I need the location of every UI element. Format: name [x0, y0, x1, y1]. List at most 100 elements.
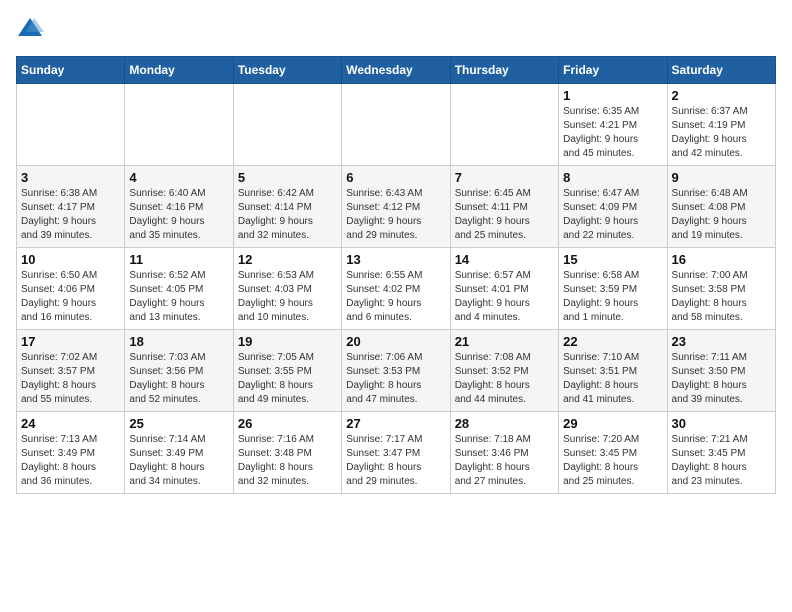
day-number: 13: [346, 252, 445, 267]
day-number: 15: [563, 252, 662, 267]
week-row-1: 1Sunrise: 6:35 AM Sunset: 4:21 PM Daylig…: [17, 84, 776, 166]
day-number: 6: [346, 170, 445, 185]
calendar-cell: 7 Sunrise: 6:45 AM Sunset: 4:11 PM Daylig…: [450, 166, 558, 248]
calendar-cell: 12 Sunrise: 6:53 AM Sunset: 4:03 PM Dayli…: [233, 248, 341, 330]
day-info: Sunrise: 6:37 AM Sunset: 4:19 PM Dayligh…: [672, 105, 771, 161]
day-number: 12: [238, 252, 337, 267]
calendar-cell: 17 Sunrise: 7:02 AM Sunset: 3:57 PM Dayli…: [17, 330, 125, 412]
day-info: Sunrise: 6:48 AM Sunset: 4:08 PM Dayligh…: [672, 187, 771, 243]
page-header: [16, 16, 776, 44]
weekday-header-sunday: Sunday: [17, 57, 125, 84]
weekday-header-monday: Monday: [125, 57, 233, 84]
calendar-cell: 15 Sunrise: 6:58 AM Sunset: 3:59 PM Dayli…: [559, 248, 667, 330]
day-info: Sunrise: 6:57 AM Sunset: 4:01 PM Dayligh…: [455, 269, 554, 325]
day-number: 21: [455, 334, 554, 349]
day-info: Sunrise: 7:14 AM Sunset: 3:49 PM Dayligh…: [129, 433, 228, 489]
day-number: 16: [672, 252, 771, 267]
calendar-cell: 24 Sunrise: 7:13 AM Sunset: 3:49 PM Dayli…: [17, 412, 125, 494]
calendar-cell: 10Sunrise: 6:50 AM Sunset: 4:06 PM Dayli…: [17, 248, 125, 330]
calendar-cell: 11 Sunrise: 6:52 AM Sunset: 4:05 PM Dayli…: [125, 248, 233, 330]
day-info: Sunrise: 6:47 AM Sunset: 4:09 PM Dayligh…: [563, 187, 662, 243]
day-info: Sunrise: 7:06 AM Sunset: 3:53 PM Dayligh…: [346, 351, 445, 407]
day-info: Sunrise: 7:13 AM Sunset: 3:49 PM Dayligh…: [21, 433, 120, 489]
day-info: Sunrise: 7:21 AM Sunset: 3:45 PM Dayligh…: [672, 433, 771, 489]
calendar-cell: 14 Sunrise: 6:57 AM Sunset: 4:01 PM Dayli…: [450, 248, 558, 330]
day-info: Sunrise: 6:52 AM Sunset: 4:05 PM Dayligh…: [129, 269, 228, 325]
day-number: 23: [672, 334, 771, 349]
day-info: Sunrise: 6:35 AM Sunset: 4:21 PM Dayligh…: [563, 105, 662, 161]
day-info: Sunrise: 6:42 AM Sunset: 4:14 PM Dayligh…: [238, 187, 337, 243]
day-number: 14: [455, 252, 554, 267]
calendar-cell: 5 Sunrise: 6:42 AM Sunset: 4:14 PM Daylig…: [233, 166, 341, 248]
day-info: Sunrise: 7:10 AM Sunset: 3:51 PM Dayligh…: [563, 351, 662, 407]
day-number: 30: [672, 416, 771, 431]
day-info: Sunrise: 6:45 AM Sunset: 4:11 PM Dayligh…: [455, 187, 554, 243]
week-row-3: 10Sunrise: 6:50 AM Sunset: 4:06 PM Dayli…: [17, 248, 776, 330]
day-number: 11: [129, 252, 228, 267]
calendar-cell: [342, 84, 450, 166]
day-number: 3: [21, 170, 120, 185]
day-number: 28: [455, 416, 554, 431]
calendar-cell: 25 Sunrise: 7:14 AM Sunset: 3:49 PM Dayli…: [125, 412, 233, 494]
calendar-cell: 2 Sunrise: 6:37 AM Sunset: 4:19 PM Daylig…: [667, 84, 775, 166]
calendar-cell: 26Sunrise: 7:16 AM Sunset: 3:48 PM Dayli…: [233, 412, 341, 494]
day-info: Sunrise: 7:18 AM Sunset: 3:46 PM Dayligh…: [455, 433, 554, 489]
week-row-4: 17 Sunrise: 7:02 AM Sunset: 3:57 PM Dayli…: [17, 330, 776, 412]
day-info: Sunrise: 7:08 AM Sunset: 3:52 PM Dayligh…: [455, 351, 554, 407]
day-info: Sunrise: 7:02 AM Sunset: 3:57 PM Dayligh…: [21, 351, 120, 407]
calendar-cell: 21 Sunrise: 7:08 AM Sunset: 3:52 PM Dayli…: [450, 330, 558, 412]
day-number: 8: [563, 170, 662, 185]
calendar-cell: 18Sunrise: 7:03 AM Sunset: 3:56 PM Dayli…: [125, 330, 233, 412]
day-number: 18: [129, 334, 228, 349]
logo: [16, 16, 48, 44]
calendar-cell: 1Sunrise: 6:35 AM Sunset: 4:21 PM Daylig…: [559, 84, 667, 166]
weekday-header-tuesday: Tuesday: [233, 57, 341, 84]
day-number: 17: [21, 334, 120, 349]
day-info: Sunrise: 6:58 AM Sunset: 3:59 PM Dayligh…: [563, 269, 662, 325]
day-number: 26: [238, 416, 337, 431]
day-number: 9: [672, 170, 771, 185]
day-info: Sunrise: 6:43 AM Sunset: 4:12 PM Dayligh…: [346, 187, 445, 243]
day-number: 24: [21, 416, 120, 431]
calendar-cell: [125, 84, 233, 166]
day-number: 4: [129, 170, 228, 185]
day-info: Sunrise: 6:40 AM Sunset: 4:16 PM Dayligh…: [129, 187, 228, 243]
calendar-cell: 4 Sunrise: 6:40 AM Sunset: 4:16 PM Daylig…: [125, 166, 233, 248]
calendar-cell: [233, 84, 341, 166]
calendar-cell: [17, 84, 125, 166]
calendar-body: 1Sunrise: 6:35 AM Sunset: 4:21 PM Daylig…: [17, 84, 776, 494]
week-row-2: 3Sunrise: 6:38 AM Sunset: 4:17 PM Daylig…: [17, 166, 776, 248]
day-info: Sunrise: 7:17 AM Sunset: 3:47 PM Dayligh…: [346, 433, 445, 489]
day-number: 22: [563, 334, 662, 349]
day-number: 27: [346, 416, 445, 431]
day-number: 2: [672, 88, 771, 103]
calendar-cell: 29Sunrise: 7:20 AM Sunset: 3:45 PM Dayli…: [559, 412, 667, 494]
day-number: 7: [455, 170, 554, 185]
weekday-header-saturday: Saturday: [667, 57, 775, 84]
calendar-cell: 28 Sunrise: 7:18 AM Sunset: 3:46 PM Dayli…: [450, 412, 558, 494]
calendar-cell: 16Sunrise: 7:00 AM Sunset: 3:58 PM Dayli…: [667, 248, 775, 330]
day-info: Sunrise: 6:53 AM Sunset: 4:03 PM Dayligh…: [238, 269, 337, 325]
day-info: Sunrise: 7:05 AM Sunset: 3:55 PM Dayligh…: [238, 351, 337, 407]
calendar-cell: 6 Sunrise: 6:43 AM Sunset: 4:12 PM Daylig…: [342, 166, 450, 248]
weekday-header-thursday: Thursday: [450, 57, 558, 84]
calendar-cell: 9 Sunrise: 6:48 AM Sunset: 4:08 PM Daylig…: [667, 166, 775, 248]
day-number: 19: [238, 334, 337, 349]
day-number: 25: [129, 416, 228, 431]
calendar-cell: 23Sunrise: 7:11 AM Sunset: 3:50 PM Dayli…: [667, 330, 775, 412]
day-info: Sunrise: 7:20 AM Sunset: 3:45 PM Dayligh…: [563, 433, 662, 489]
calendar-cell: 13 Sunrise: 6:55 AM Sunset: 4:02 PM Dayli…: [342, 248, 450, 330]
calendar-table: SundayMondayTuesdayWednesdayThursdayFrid…: [16, 56, 776, 494]
day-info: Sunrise: 6:50 AM Sunset: 4:06 PM Dayligh…: [21, 269, 120, 325]
day-info: Sunrise: 6:55 AM Sunset: 4:02 PM Dayligh…: [346, 269, 445, 325]
week-row-5: 24 Sunrise: 7:13 AM Sunset: 3:49 PM Dayli…: [17, 412, 776, 494]
calendar-cell: [450, 84, 558, 166]
calendar-cell: 20Sunrise: 7:06 AM Sunset: 3:53 PM Dayli…: [342, 330, 450, 412]
logo-icon: [16, 16, 44, 44]
day-number: 5: [238, 170, 337, 185]
calendar-cell: 3Sunrise: 6:38 AM Sunset: 4:17 PM Daylig…: [17, 166, 125, 248]
calendar-cell: 30 Sunrise: 7:21 AM Sunset: 3:45 PM Dayli…: [667, 412, 775, 494]
calendar-cell: 27 Sunrise: 7:17 AM Sunset: 3:47 PM Dayli…: [342, 412, 450, 494]
calendar-header: SundayMondayTuesdayWednesdayThursdayFrid…: [17, 57, 776, 84]
weekday-header-wednesday: Wednesday: [342, 57, 450, 84]
